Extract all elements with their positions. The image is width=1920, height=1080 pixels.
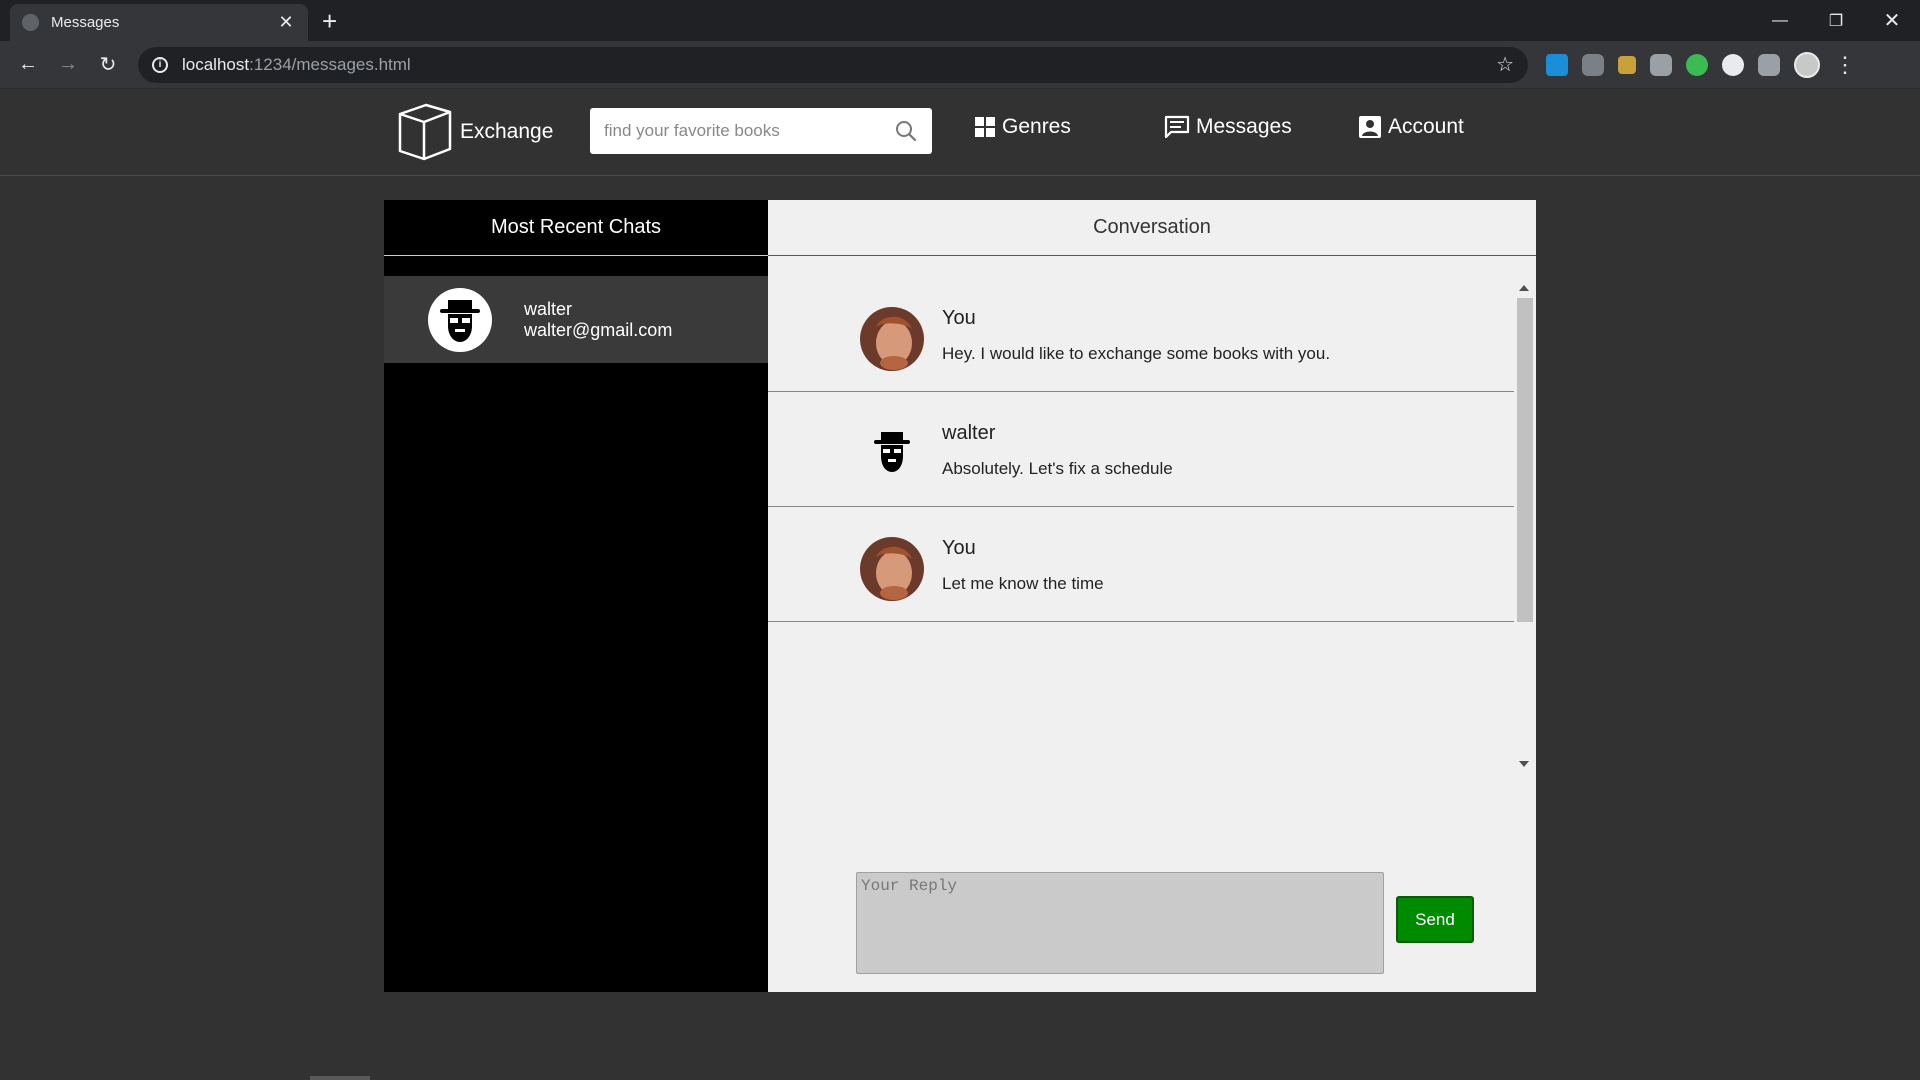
- message-sender: You: [942, 307, 976, 329]
- extension-color-icon[interactable]: [1686, 53, 1708, 76]
- message-item: You Hey. I would like to exchange some b…: [768, 277, 1514, 392]
- book-logo-icon: [398, 103, 452, 161]
- address-bar[interactable]: i localhost:1234/messages.html ☆: [138, 46, 1528, 83]
- user-photo-icon: [860, 307, 924, 371]
- messages-panel: Most Recent Chats walter walter@gmail.co…: [384, 200, 1536, 992]
- close-tab-icon[interactable]: ✕: [276, 12, 296, 33]
- tab-title: Messages: [51, 14, 120, 31]
- message-text: Let me know the time: [942, 574, 1104, 593]
- chat-email: walter@gmail.com: [524, 319, 673, 340]
- brand-name: Exchange: [460, 120, 554, 143]
- forward-arrow-icon[interactable]: →: [48, 45, 88, 85]
- nav-account-label: Account: [1388, 115, 1464, 138]
- nav-genres[interactable]: Genres: [974, 115, 1071, 139]
- avatar: [860, 537, 924, 601]
- profile-avatar[interactable]: [1794, 51, 1820, 78]
- minimize-icon[interactable]: —: [1752, 0, 1808, 41]
- nav-genres-label: Genres: [1002, 115, 1071, 138]
- brand[interactable]: Exchange: [396, 102, 553, 162]
- search-input[interactable]: [604, 121, 894, 141]
- message-list[interactable]: You Hey. I would like to exchange some b…: [768, 277, 1514, 775]
- message-body: You Hey. I would like to exchange some b…: [942, 307, 1330, 364]
- menu-dots-icon[interactable]: ⋮: [1834, 52, 1856, 78]
- search-icon[interactable]: [894, 119, 918, 143]
- avatar: [860, 422, 924, 486]
- recent-chats-heading: Most Recent Chats: [384, 200, 768, 256]
- chat-bubble-icon: [1164, 115, 1190, 139]
- message-sender: You: [942, 537, 976, 559]
- extensions-row: [1546, 53, 1780, 76]
- restore-icon[interactable]: ❐: [1808, 0, 1864, 41]
- avatar: [428, 287, 492, 352]
- back-arrow-icon[interactable]: ←: [8, 45, 48, 85]
- chat-name: walter: [524, 298, 573, 319]
- info-icon[interactable]: i: [152, 56, 168, 73]
- message-item: walter Absolutely. Let's fix a schedule: [768, 392, 1514, 507]
- avatar: [860, 307, 924, 371]
- heisenberg-avatar-icon: [440, 299, 480, 342]
- nav-messages-label: Messages: [1196, 115, 1292, 138]
- reply-input[interactable]: [856, 872, 1384, 974]
- search-box: [590, 108, 932, 154]
- url-host: localhost: [182, 54, 250, 74]
- recent-chats-panel: Most Recent Chats walter walter@gmail.co…: [384, 200, 768, 992]
- nav-messages[interactable]: Messages: [1164, 115, 1292, 139]
- site-header: Exchange Genres Messages Account: [0, 89, 1920, 176]
- message-item: You Let me know the time: [768, 507, 1514, 622]
- reload-icon[interactable]: ↻: [88, 45, 128, 85]
- user-photo-icon: [860, 537, 924, 601]
- message-body: walter Absolutely. Let's fix a schedule: [942, 422, 1173, 479]
- message-text: Hey. I would like to exchange some books…: [942, 344, 1331, 363]
- extension-translate-icon[interactable]: [1546, 53, 1568, 76]
- message-body: You Let me know the time: [942, 537, 1104, 594]
- nav-account[interactable]: Account: [1358, 115, 1464, 139]
- page-scroll-indicator: [310, 1076, 370, 1080]
- grid-icon: [975, 117, 995, 137]
- conversation-heading: Conversation: [768, 200, 1536, 256]
- browser-tabbar: Messages ✕ + — ❐ ✕: [0, 0, 1920, 41]
- message-sender: walter: [942, 422, 996, 444]
- account-icon: [1359, 116, 1381, 138]
- conversation-panel: Conversation You Hey. I would like to ex…: [768, 200, 1536, 992]
- extension-bulb-icon[interactable]: [1758, 53, 1780, 76]
- browser-toolbar: ← → ↻ i localhost:1234/messages.html ☆ ⋮: [0, 41, 1920, 89]
- message-scrollbar[interactable]: [1514, 277, 1535, 775]
- url-path: :1234/messages.html: [249, 54, 411, 74]
- heisenberg-avatar-icon: [860, 422, 924, 486]
- chat-item[interactable]: walter walter@gmail.com: [384, 276, 768, 363]
- bookmark-star-icon[interactable]: ☆: [1496, 52, 1514, 77]
- extension-circle-icon[interactable]: [1722, 53, 1744, 76]
- message-text: Absolutely. Let's fix a schedule: [942, 459, 1173, 478]
- extension-pocket-icon[interactable]: [1650, 53, 1672, 76]
- extension-pen-icon[interactable]: [1618, 55, 1636, 74]
- window-close-icon[interactable]: ✕: [1864, 0, 1920, 41]
- send-button[interactable]: Send: [1396, 896, 1474, 943]
- new-tab-icon[interactable]: +: [322, 6, 337, 37]
- globe-icon: [22, 14, 39, 31]
- browser-tab[interactable]: Messages ✕: [10, 4, 308, 41]
- chat-info: walter walter@gmail.com: [524, 299, 672, 341]
- extension-shield-icon[interactable]: [1582, 53, 1604, 76]
- scroll-up-arrow-icon[interactable]: [1519, 285, 1529, 291]
- scroll-thumb[interactable]: [1517, 298, 1533, 622]
- scroll-down-arrow-icon[interactable]: [1519, 761, 1529, 767]
